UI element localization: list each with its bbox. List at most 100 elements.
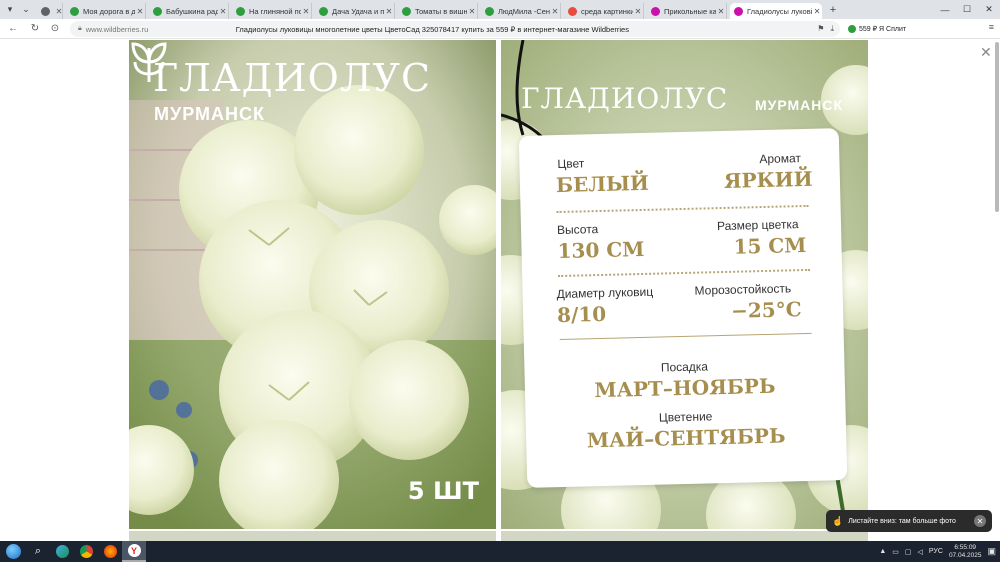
product-photo-left[interactable]: ГЛАДИОЛУС МУРМАНСК 5 ШТ (129, 40, 496, 529)
next-photo-left-preview[interactable] (129, 531, 496, 541)
leaf-icon (131, 42, 167, 82)
maximize-icon[interactable]: ☐ (956, 0, 978, 19)
browser-tab[interactable]: Моя дорога в достатв✕ (66, 3, 146, 19)
minimize-icon[interactable]: — (934, 0, 956, 19)
color-value: БЕЛЫЙ (555, 170, 650, 198)
clock-time: 6:55:09 (954, 543, 977, 551)
reload-button[interactable]: ↻ (26, 20, 44, 38)
browser-tab[interactable]: ЛюдМила -Сеньо✕ (481, 3, 561, 19)
variety-right: МУРМАНСК (755, 97, 844, 113)
tab-close-icon[interactable]: ✕ (467, 7, 477, 16)
browser-tab[interactable]: Прикольные карти✕ (647, 3, 727, 19)
tab-favicon-icon (319, 6, 328, 16)
edge-icon[interactable] (50, 541, 74, 562)
notification-icon[interactable]: ▣ (987, 546, 996, 557)
url-domain: www.wildberries.ru (85, 24, 149, 34)
height-value: 130 СМ (557, 236, 645, 264)
browser-tab[interactable]: На глиняной подг✕ (232, 3, 312, 19)
tab-favicon-icon (41, 6, 50, 16)
tab-close-icon[interactable]: ✕ (135, 7, 145, 16)
tab-search-button[interactable]: ▾ (2, 2, 18, 17)
yandex-browser-icon[interactable]: Y (122, 541, 146, 562)
tab-close-icon[interactable]: ✕ (716, 7, 726, 16)
toast-close-icon[interactable]: ✕ (974, 515, 986, 527)
language-indicator[interactable]: РУС (929, 548, 943, 555)
tab-close-icon[interactable]: ✕ (301, 7, 311, 16)
next-photo-right-preview[interactable] (501, 531, 868, 541)
browser-tab[interactable]: Дача Удача и пчёл✕ (315, 3, 395, 19)
price-extension-label: 559 ₽ Я Сплит (859, 26, 907, 33)
back-button[interactable]: ← (4, 20, 22, 38)
close-viewer-icon[interactable]: ✕ (980, 44, 992, 61)
tab-strip: ▾ ⌄ ✕Моя дорога в достатв✕Бабушкина радо… (0, 0, 1000, 19)
divider-3 (559, 332, 812, 341)
divider-2 (558, 268, 811, 278)
price-extension-icon (848, 25, 856, 33)
flower-size-label: Размер цветка (716, 217, 799, 234)
product-gallery-viewer: ГЛАДИОЛУС МУРМАНСК 5 ШТ ГЛАДИОЛУС МУРМАН… (0, 40, 1000, 541)
price-extension[interactable]: 559 ₽ Я Сплит (848, 22, 906, 36)
flower-size-value: 15 СМ (733, 232, 807, 259)
windows-logo-icon (5, 544, 21, 559)
frost-value: −25°С (730, 297, 802, 323)
volume-icon[interactable]: ◁ (918, 548, 923, 556)
tab-favicon-icon (485, 6, 494, 16)
tab-label: Дача Удача и пчёл (332, 6, 384, 16)
address-bar: ← ↻ ⊙ 🔒︎ www.wildberries.ru Гладиолусы л… (0, 19, 1000, 39)
specs-card: Цвет БЕЛЫЙ Аромат ЯРКИЙ Высота 130 СМ Ра… (518, 128, 848, 488)
scroll-hint-toast: ☝ Листайте вниз: там больше фото ✕ (826, 510, 992, 532)
window-controls: — ☐ ✕ (934, 0, 1000, 19)
tab-label: Прикольные карти (664, 6, 716, 16)
monitor-icon[interactable]: ▢ (905, 548, 912, 556)
tab-label: Гладиолусы лукові (747, 6, 812, 16)
tab-close-icon[interactable]: ✕ (633, 7, 643, 16)
browser-tab[interactable]: Томаты в вишнёв✕ (398, 3, 478, 19)
height-label: Высота (556, 222, 599, 238)
tab-favicon-icon (568, 6, 577, 16)
tab-close-icon[interactable]: ✕ (550, 7, 560, 16)
menu-icon[interactable]: ≡ (989, 22, 994, 32)
scrollbar[interactable] (995, 42, 999, 212)
browser-tab[interactable]: Бабушкина радос✕ (149, 3, 229, 19)
tab-close-icon[interactable]: ✕ (812, 7, 822, 16)
download-icon[interactable]: ⤓ (830, 24, 834, 34)
tab-close-icon[interactable]: ✕ (54, 7, 62, 16)
tab-close-icon[interactable]: ✕ (218, 7, 228, 16)
tab-close-icon[interactable]: ✕ (384, 7, 394, 16)
bookmark-icon[interactable]: ⚑ (817, 24, 824, 34)
title-right: ГЛАДИОЛУС (521, 82, 729, 115)
toast-text: Листайте вниз: там больше фото (848, 517, 956, 525)
bulb-diameter-value: 8/10 (556, 301, 607, 328)
color-label: Цвет (557, 156, 585, 172)
firefox-icon[interactable] (98, 541, 122, 562)
new-tab-button[interactable]: + (826, 4, 840, 16)
close-window-icon[interactable]: ✕ (978, 0, 1000, 19)
browser-tab[interactable]: Гладиолусы лукові ✕ (730, 3, 822, 19)
title-left: ГЛАДИОЛУС (153, 56, 432, 100)
clock[interactable]: 6:55:09 07.04.2025 (949, 544, 982, 560)
chrome-icon[interactable] (74, 541, 98, 562)
tab-menu-icon[interactable]: ⌄ (18, 2, 34, 17)
search-taskbar-icon[interactable]: ⌕ (26, 541, 50, 562)
network-icon[interactable]: ▭ (892, 548, 899, 556)
variety-left: МУРМАНСК (154, 104, 265, 124)
tab-favicon-icon (70, 6, 79, 16)
browser-tab[interactable]: ✕ (37, 3, 63, 19)
tab-favicon-icon (734, 6, 743, 16)
tab-favicon-icon (236, 6, 245, 16)
aroma-label: Аромат (759, 151, 802, 167)
aroma-value: ЯРКИЙ (723, 166, 813, 193)
extensions-icon[interactable]: ⊙ (46, 20, 64, 38)
start-button[interactable] (0, 541, 26, 562)
browser-tab[interactable]: среда картинки п✕ (564, 3, 644, 19)
url-field[interactable]: 🔒︎ www.wildberries.ru Гладиолусы луковиц… (70, 21, 840, 37)
divider-1 (556, 204, 809, 214)
bloom-value: МАЙ–СЕНТЯБРЬ (586, 423, 786, 453)
tab-label: ЛюдМила -Сеньо (498, 6, 550, 16)
system-tray: ▲ ▭ ▢ ◁ РУС 6:55:09 07.04.2025 ▣ (879, 541, 1000, 562)
quantity-badge: 5 ШТ (407, 477, 479, 505)
tray-arrow-icon[interactable]: ▲ (879, 548, 886, 555)
tab-favicon-icon (402, 6, 411, 16)
tab-label: На глиняной подг (249, 6, 301, 16)
frost-label: Морозостойкость (694, 281, 792, 298)
